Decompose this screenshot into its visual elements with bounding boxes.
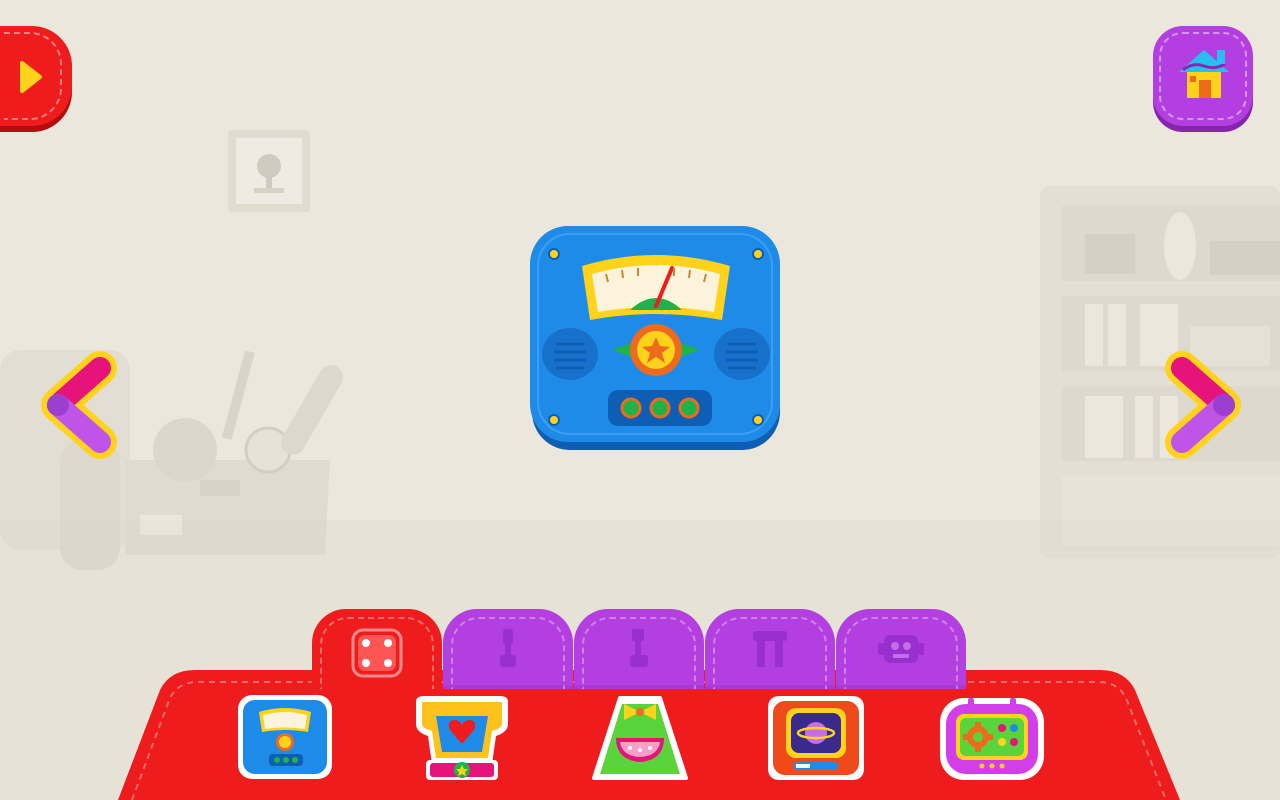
dice-icon bbox=[351, 628, 403, 678]
prev-arrow-button[interactable] bbox=[38, 350, 118, 460]
chevron-right-icon bbox=[1165, 351, 1241, 459]
item-meter-panel[interactable] bbox=[237, 694, 333, 780]
robot-legs-icon bbox=[753, 631, 787, 667]
robot-leg-icon bbox=[630, 629, 648, 667]
meter-panel-icon bbox=[238, 695, 332, 779]
bow-dress-icon bbox=[592, 696, 688, 780]
tab-robot-head[interactable] bbox=[836, 609, 966, 689]
next-arrow-button[interactable] bbox=[1164, 350, 1244, 460]
play-button[interactable] bbox=[0, 26, 72, 126]
item-heart-torso[interactable] bbox=[412, 694, 512, 782]
tab-robot-legs[interactable] bbox=[705, 609, 835, 689]
play-icon bbox=[20, 61, 42, 93]
chevron-left-icon bbox=[41, 351, 117, 459]
item-planet-tv[interactable] bbox=[766, 694, 866, 782]
item-gear-screen[interactable] bbox=[938, 694, 1046, 782]
gear-screen-icon bbox=[940, 698, 1044, 780]
planet-tv-icon bbox=[768, 696, 864, 780]
tab-robot-arm[interactable] bbox=[443, 609, 573, 689]
item-bow-dress[interactable] bbox=[592, 694, 688, 782]
heart-torso-icon bbox=[416, 696, 508, 780]
tab-dice[interactable] bbox=[312, 609, 442, 689]
main-toy-display[interactable] bbox=[530, 226, 782, 452]
picture-frame-decoration bbox=[228, 130, 310, 212]
robot-head-icon bbox=[878, 635, 924, 663]
home-button[interactable] bbox=[1153, 26, 1253, 126]
tab-robot-leg[interactable] bbox=[574, 609, 704, 689]
robot-arm-icon bbox=[500, 629, 516, 667]
bookshelf-decoration bbox=[1040, 186, 1280, 558]
meter-panel-icon bbox=[530, 226, 780, 450]
house-icon bbox=[1179, 50, 1229, 98]
